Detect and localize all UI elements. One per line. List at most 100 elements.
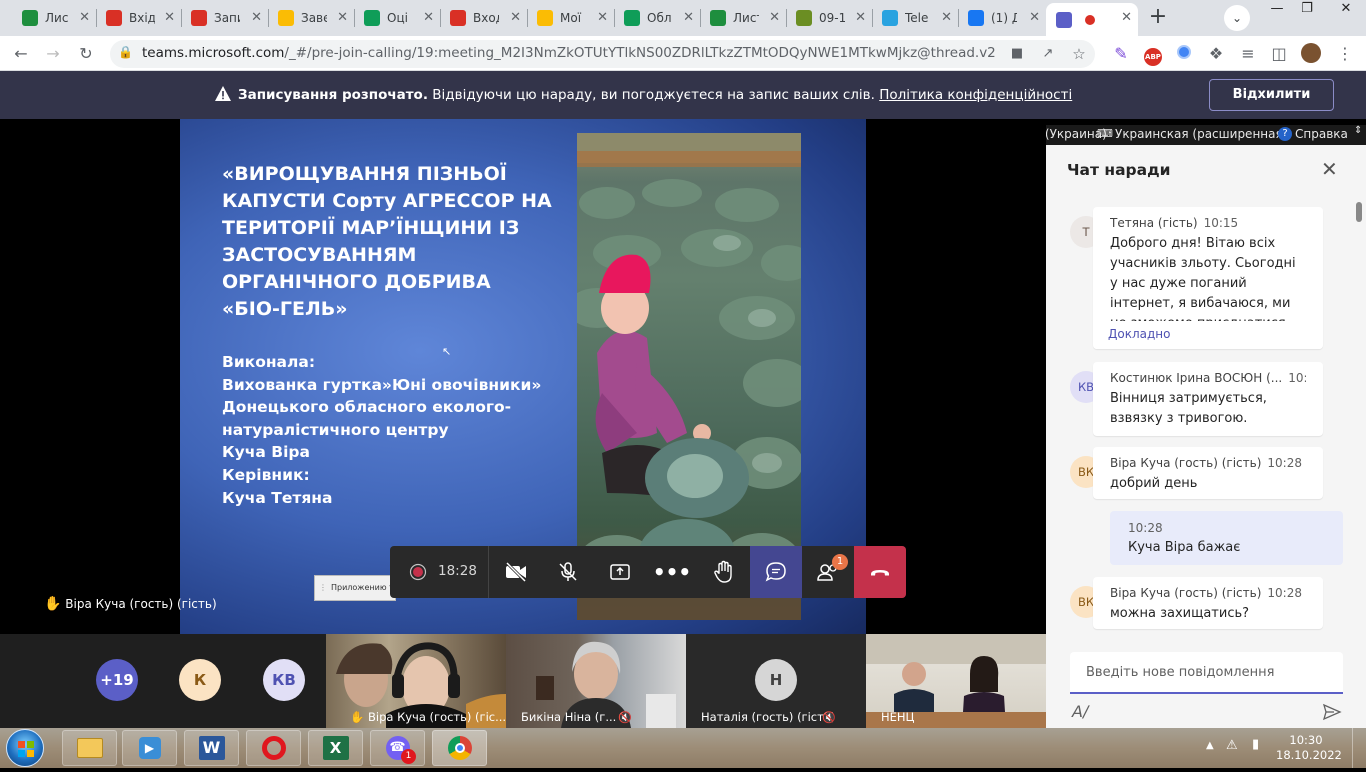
url-text[interactable]: teams.microsoft.com/_#/pre-join-calling/…: [142, 45, 996, 61]
adblock-extension-icon[interactable]: ABP: [1142, 43, 1164, 66]
show-desktop-button[interactable]: [1352, 728, 1366, 768]
participant-video-tile[interactable]: ✋ Віра Куча (гость) (гіс...: [326, 634, 506, 728]
taskbar-clock[interactable]: 10:30 18.10.2022: [1276, 733, 1342, 763]
forward-button[interactable]: →: [42, 43, 64, 65]
start-button[interactable]: [6, 729, 44, 767]
close-tab-icon[interactable]: ✕: [510, 10, 521, 25]
network-warning-icon[interactable]: ⚠: [1226, 738, 1238, 753]
browser-tab[interactable]: ✕: [1046, 3, 1138, 36]
file-explorer-app[interactable]: [62, 730, 117, 766]
participant-name: НЕНЦ: [881, 710, 915, 724]
minimize-button[interactable]: —: [1262, 0, 1292, 20]
close-tab-icon[interactable]: ✕: [597, 10, 608, 25]
bookmark-star-icon[interactable]: ☆: [1068, 43, 1090, 65]
recording-banner: Записування розпочато. Відвідуючи цю нар…: [0, 71, 1366, 119]
close-tab-icon[interactable]: ✕: [855, 10, 866, 25]
show-hidden-icons[interactable]: ▲: [1206, 740, 1214, 751]
my-chat-message: 10:28 Куча Віра бажає: [1110, 511, 1343, 565]
browser-tab[interactable]: Лис ✕: [12, 3, 96, 33]
reload-button[interactable]: ↻: [75, 43, 97, 65]
participant-avatar[interactable]: К: [179, 659, 221, 701]
camera-blocked-icon[interactable]: ■: [1006, 43, 1028, 65]
more-participants-avatar[interactable]: +19: [96, 659, 138, 701]
help-icon: ?: [1278, 127, 1292, 141]
browser-tab[interactable]: (1) Д ✕: [958, 3, 1046, 33]
share-icon[interactable]: ↗: [1037, 43, 1059, 65]
back-button[interactable]: ←: [10, 43, 32, 65]
address-bar[interactable]: 🔒 teams.microsoft.com/_#/pre-join-callin…: [110, 40, 1095, 68]
see-more-link[interactable]: Докладно: [1093, 321, 1323, 349]
close-tab-icon[interactable]: ✕: [941, 10, 952, 25]
raise-hand-button[interactable]: [698, 546, 750, 598]
send-button[interactable]: [1322, 702, 1342, 726]
dismiss-button[interactable]: Відхилити: [1209, 79, 1334, 111]
close-tab-icon[interactable]: ✕: [164, 10, 175, 25]
browser-tab[interactable]: Вхід ✕: [96, 3, 181, 33]
participant-avatar[interactable]: КВ: [263, 659, 305, 701]
browser-tab[interactable]: Мої ✕: [527, 3, 614, 33]
browser-tab[interactable]: Вход ✕: [440, 3, 527, 33]
excel-app[interactable]: X: [308, 730, 363, 766]
notification-popup[interactable]: ⋮ Приложению те: [314, 575, 396, 601]
browser-tab[interactable]: Лист ✕: [700, 3, 786, 33]
close-tab-icon[interactable]: ✕: [1029, 10, 1040, 25]
opera-app[interactable]: [246, 730, 301, 766]
browser-tab[interactable]: 09-1 ✕: [786, 3, 872, 33]
word-app[interactable]: W: [184, 730, 239, 766]
signal-icon[interactable]: ▮: [1252, 737, 1259, 752]
share-screen-button[interactable]: [594, 546, 646, 598]
browser-menu-icon[interactable]: ⋮: [1334, 43, 1356, 65]
browser-tab[interactable]: Заве ✕: [268, 3, 354, 33]
blue-circle-extension-icon[interactable]: [1173, 43, 1195, 65]
browser-tab[interactable]: Запи ✕: [181, 3, 268, 33]
close-tab-icon[interactable]: ✕: [683, 10, 694, 25]
close-tab-icon[interactable]: ✕: [251, 10, 262, 25]
privacy-policy-link[interactable]: Політика конфіденційності: [879, 87, 1072, 103]
close-tab-icon[interactable]: ✕: [1121, 10, 1132, 25]
mic-off-button[interactable]: [542, 546, 594, 598]
recording-timer: 18:28: [438, 563, 477, 579]
help-label[interactable]: Справка: [1295, 127, 1348, 141]
browser-tab[interactable]: Оці ✕: [354, 3, 440, 33]
viber-app[interactable]: ☎ 1: [370, 730, 425, 766]
message-header: Костинюк Ірина ВОСЮН (... 10:25: [1110, 370, 1306, 386]
green-globe-icon: [22, 10, 38, 26]
more-actions-button[interactable]: •••: [646, 546, 698, 598]
media-player-icon: ▶: [138, 737, 161, 759]
browser-tab[interactable]: Обл ✕: [614, 3, 700, 33]
participant-video-tile[interactable]: Бикіна Ніна (г... 🔇: [506, 634, 686, 728]
close-tab-icon[interactable]: ✕: [79, 10, 90, 25]
slide-line: Куча Тетяна: [222, 488, 333, 507]
close-window-button[interactable]: ✕: [1326, 0, 1366, 20]
media-player-app[interactable]: ▶: [122, 730, 177, 766]
restore-button[interactable]: ❐: [1292, 0, 1322, 20]
browser-tab[interactable]: Tele ✕: [872, 3, 958, 33]
leave-call-button[interactable]: [854, 546, 906, 598]
close-chat-icon[interactable]: ✕: [1321, 159, 1338, 179]
camera-off-button[interactable]: [490, 546, 542, 598]
langbar-options-icon[interactable]: ⇕: [1354, 125, 1362, 136]
tab-title: 09-1: [819, 11, 845, 25]
compose-message-input[interactable]: Введіть нове повідомлення: [1070, 652, 1343, 694]
close-tab-icon[interactable]: ✕: [769, 10, 780, 25]
participant-name: ✋ Віра Куча (гость) (гіс...: [350, 710, 506, 724]
participants-button[interactable]: 1: [802, 546, 854, 598]
chat-button[interactable]: [750, 546, 802, 598]
close-tab-icon[interactable]: ✕: [423, 10, 434, 25]
pen-extension-icon[interactable]: ✎: [1110, 43, 1132, 65]
media-queue-icon[interactable]: ≡: [1237, 43, 1259, 65]
tab-search-button[interactable]: ⌄: [1224, 5, 1250, 31]
chat-scrollbar[interactable]: [1356, 202, 1362, 222]
profile-avatar[interactable]: [1300, 43, 1322, 65]
extensions-puzzle-icon[interactable]: ❖: [1205, 43, 1227, 65]
participant-video-tile[interactable]: НЕНЦ: [866, 634, 1046, 728]
lock-icon[interactable]: 🔒: [118, 45, 133, 59]
participant-tile[interactable]: Н Наталія (гость) (гість) 🔇: [686, 634, 866, 728]
chrome-app[interactable]: [432, 730, 487, 766]
format-text-icon[interactable]: A∕: [1072, 702, 1088, 721]
side-panel-icon[interactable]: ◫: [1268, 43, 1290, 65]
new-tab-button[interactable]: +: [1144, 4, 1172, 32]
warning-icon: [215, 86, 231, 101]
close-tab-icon[interactable]: ✕: [337, 10, 348, 25]
keyboard-layout[interactable]: Украинская (расширенная): [1115, 127, 1287, 141]
